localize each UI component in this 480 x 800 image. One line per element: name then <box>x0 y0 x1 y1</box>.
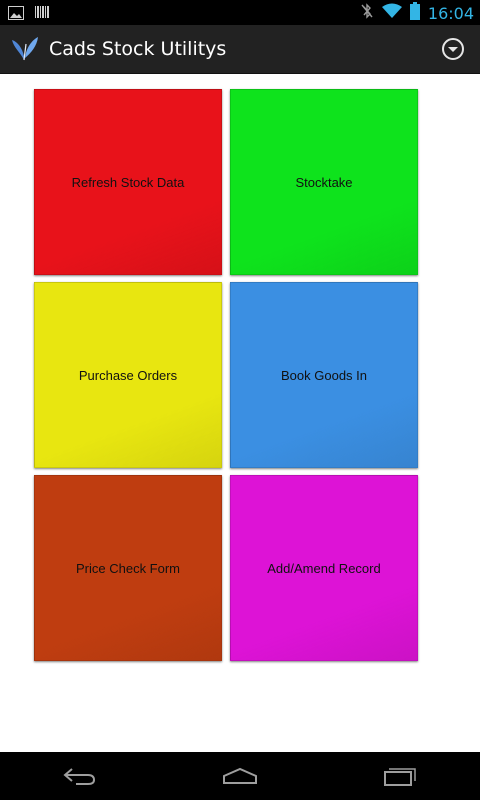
price-check-form-button[interactable]: Price Check Form <box>34 475 222 661</box>
butterfly-logo-icon[interactable] <box>10 34 40 64</box>
barcode-icon <box>34 4 50 24</box>
image-icon <box>8 5 24 24</box>
home-icon[interactable] <box>220 762 260 790</box>
bluetooth-off-icon <box>360 3 374 23</box>
recent-apps-icon[interactable] <box>380 762 420 790</box>
status-left <box>8 4 50 24</box>
nav-bar <box>0 752 480 800</box>
stocktake-button[interactable]: Stocktake <box>230 89 418 275</box>
purchase-orders-button[interactable]: Purchase Orders <box>34 282 222 468</box>
screen: 16:04 Cads Stock Utilitys Refresh Stock … <box>0 0 480 800</box>
status-bar: 16:04 <box>0 0 480 25</box>
status-time: 16:04 <box>427 3 474 23</box>
refresh-stock-data-button[interactable]: Refresh Stock Data <box>34 89 222 275</box>
menu-grid: Refresh Stock Data Stocktake Purchase Or… <box>34 89 420 663</box>
back-icon[interactable] <box>60 762 100 790</box>
wifi-icon <box>381 3 402 23</box>
app-title: Cads Stock Utilitys <box>49 38 227 60</box>
action-bar: Cads Stock Utilitys <box>0 25 480 74</box>
add-amend-record-button[interactable]: Add/Amend Record <box>230 475 418 661</box>
book-goods-in-button[interactable]: Book Goods In <box>230 282 418 468</box>
status-right: 16:04 <box>360 2 474 24</box>
battery-icon <box>409 2 420 24</box>
chevron-down-circle-icon[interactable] <box>441 37 465 61</box>
